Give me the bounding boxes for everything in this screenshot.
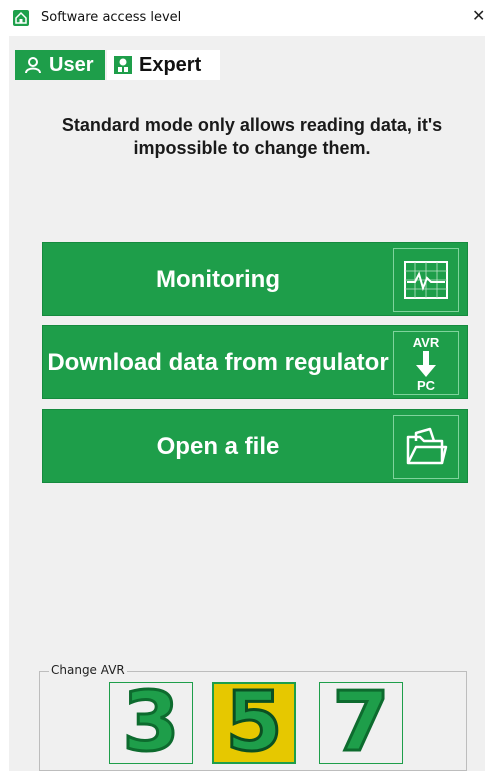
window-title: Software access level	[41, 10, 182, 25]
monitoring-button[interactable]: Monitoring	[42, 242, 468, 316]
tab-user[interactable]: User	[15, 50, 105, 80]
avr-5-button[interactable]: 5	[212, 675, 296, 770]
open-file-button[interactable]: Open a file	[42, 409, 468, 483]
title-bar: Software access level ✕	[0, 0, 485, 36]
pc-icon-text: PC	[417, 378, 436, 393]
monitoring-label: Monitoring	[156, 265, 280, 293]
tab-expert[interactable]: Expert	[107, 50, 220, 80]
avr-icon-text: AVR	[413, 335, 440, 350]
change-avr-legend: Change AVR	[49, 663, 127, 677]
avr-3-label: 3	[121, 675, 181, 770]
expert-icon	[113, 55, 133, 75]
open-file-label: Open a file	[156, 432, 280, 460]
monitor-chart-icon	[393, 248, 459, 312]
content-area: User Expert Standard mode only allows re…	[9, 36, 485, 771]
close-button[interactable]: ✕	[472, 6, 485, 25]
avr-7-label: 7	[331, 675, 391, 770]
user-icon	[23, 55, 43, 75]
tab-user-label: User	[49, 53, 94, 76]
download-data-label: Download data from regulator	[47, 348, 389, 376]
home-icon	[13, 10, 29, 26]
tab-expert-label: Expert	[139, 53, 202, 76]
avr-to-pc-icon: AVR PC	[393, 331, 459, 395]
open-folder-icon	[393, 415, 459, 479]
download-data-button[interactable]: Download data from regulator AVR PC	[42, 325, 468, 399]
avr-3-button[interactable]: 3	[109, 675, 193, 770]
access-message: Standard mode only allows reading data, …	[61, 115, 443, 158]
avr-7-button[interactable]: 7	[319, 675, 403, 770]
avr-5-label: 5	[224, 675, 284, 770]
